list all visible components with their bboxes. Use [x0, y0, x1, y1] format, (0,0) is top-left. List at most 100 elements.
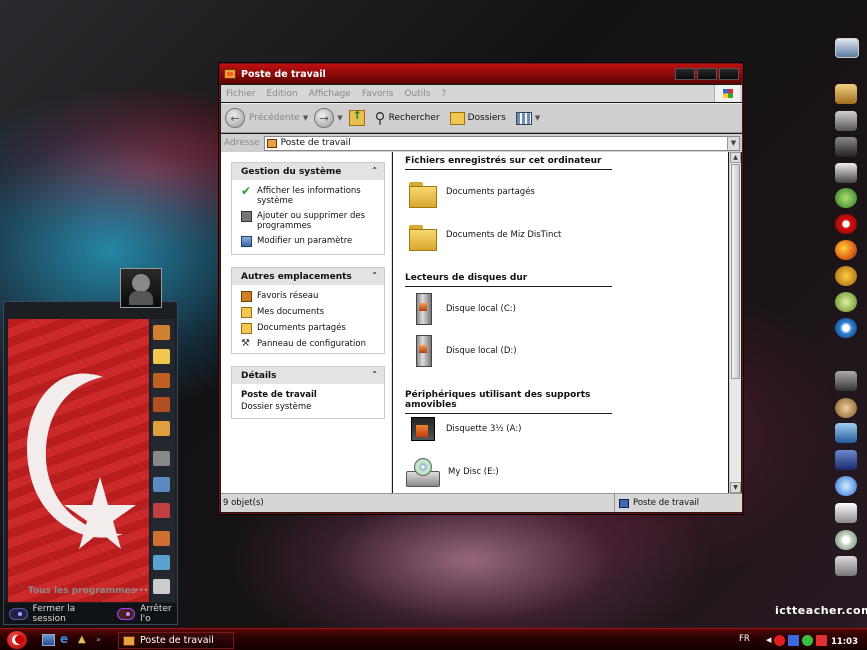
minimize-button[interactable]	[675, 68, 695, 80]
all-programs-arrow-icon[interactable]: •••	[134, 586, 148, 595]
address-dropdown-button[interactable]: ▼	[727, 136, 739, 150]
search-label: Rechercher	[388, 113, 440, 123]
language-indicator[interactable]: FR	[739, 634, 750, 644]
maximize-button[interactable]	[697, 68, 717, 80]
views-button[interactable]: ▼	[515, 111, 541, 125]
forward-button[interactable]: →	[314, 108, 335, 128]
internet-explorer-icon[interactable]: e	[60, 633, 73, 646]
section-header-files: Fichiers enregistrés sur cet ordinateur	[405, 156, 612, 170]
pinned-program-icon[interactable]	[153, 325, 170, 340]
item-drive-d[interactable]: Disque local (D:)	[407, 335, 517, 367]
start-menu-footer: Fermer la session Arrêter l'o	[4, 603, 177, 624]
place-network[interactable]: Favoris réseau	[241, 291, 384, 302]
dock-network-icon[interactable]	[835, 188, 857, 208]
dock-globe-icon[interactable]	[835, 476, 857, 496]
views-dropdown-icon: ▼	[534, 114, 541, 122]
quicklaunch-more-icon[interactable]: »	[96, 634, 109, 646]
tray-antivirus-icon[interactable]	[774, 634, 786, 646]
item-user-documents[interactable]: Documents de Miz DisTinct	[407, 221, 561, 251]
help-icon[interactable]	[153, 531, 170, 546]
other-places-header[interactable]: Autres emplacements ⌃	[232, 268, 384, 285]
media-icon[interactable]: ▲	[78, 634, 91, 646]
back-dropdown-icon[interactable]: ▼	[303, 114, 308, 122]
dock-media-icon[interactable]	[835, 292, 857, 312]
start-button[interactable]	[6, 630, 28, 650]
place-label: Mes documents	[257, 307, 325, 317]
scroll-thumb[interactable]	[731, 164, 740, 379]
address-input[interactable]: Poste de travail ▼	[263, 135, 740, 151]
collapse-icon[interactable]: ⌃	[371, 271, 378, 280]
menu-edit[interactable]: Edition	[266, 89, 297, 99]
dock-documents-icon[interactable]	[835, 84, 857, 104]
dock-opera-icon[interactable]	[835, 214, 857, 234]
dock-cd-icon[interactable]	[835, 530, 857, 550]
system-tasks-group: Gestion du système ⌃ ✔ Afficher les info…	[231, 162, 385, 255]
control-panel-icon[interactable]	[153, 451, 170, 466]
clock[interactable]: 11:03	[831, 637, 858, 647]
documents-icon[interactable]	[153, 373, 170, 388]
dock-film-icon[interactable]	[835, 450, 857, 470]
dock-computer-icon[interactable]	[835, 111, 857, 131]
system-tasks-header[interactable]: Gestion du système ⌃	[232, 163, 384, 180]
dock-player-icon[interactable]	[835, 318, 857, 338]
folders-button[interactable]: Dossiers	[449, 111, 506, 125]
dock-speaker-icon[interactable]	[835, 163, 857, 183]
task-view-system-info[interactable]: ✔ Afficher les informations système	[241, 185, 384, 206]
vertical-scrollbar[interactable]: ▲ ▼	[729, 152, 741, 493]
menu-view[interactable]: Affichage	[309, 89, 351, 99]
shutdown-button[interactable]: Arrêter l'o	[116, 604, 177, 624]
connect-icon[interactable]	[153, 503, 170, 518]
control-icon	[241, 236, 252, 247]
scroll-up-button[interactable]: ▲	[730, 152, 741, 163]
dock-monitor-icon[interactable]	[835, 38, 859, 58]
show-desktop-icon[interactable]	[42, 634, 55, 646]
all-programs-label[interactable]: Tous les programmes	[28, 586, 136, 596]
up-folder-icon[interactable]	[348, 109, 365, 126]
dock-recycle-icon[interactable]	[835, 556, 857, 576]
run-icon[interactable]	[153, 579, 170, 594]
forward-dropdown-icon[interactable]: ▼	[337, 114, 342, 122]
place-shared-documents[interactable]: Documents partagés	[241, 323, 384, 334]
dock-messenger-icon[interactable]	[835, 266, 857, 286]
task-change-setting[interactable]: Modifier un paramètre	[241, 236, 384, 247]
tray-expand-icon[interactable]: ◀	[766, 636, 771, 644]
user-avatar[interactable]	[120, 268, 162, 308]
tray-network-icon[interactable]	[788, 634, 800, 646]
pictures-icon[interactable]	[153, 397, 170, 412]
folder-icon[interactable]	[153, 349, 170, 364]
tray-security-icon[interactable]	[802, 634, 814, 646]
logoff-button[interactable]: Fermer la session	[9, 604, 98, 624]
taskbar-button-explorer[interactable]: Poste de travail	[118, 632, 234, 649]
dock-app-icon[interactable]	[835, 398, 857, 418]
item-shared-documents[interactable]: Documents partagés	[407, 178, 535, 208]
back-button[interactable]: ←	[225, 108, 245, 128]
printer-icon[interactable]	[153, 477, 170, 492]
dock-file-icon[interactable]	[835, 137, 857, 157]
dock-server-icon[interactable]	[835, 503, 857, 523]
details-header[interactable]: Détails ⌃	[232, 367, 384, 384]
title-bar[interactable]: Poste de travail	[220, 64, 742, 84]
dock-window-icon[interactable]	[835, 423, 857, 443]
dock-firefox-icon[interactable]	[835, 240, 857, 260]
item-floppy-a[interactable]: Disquette 3½ (A:)	[407, 415, 521, 443]
computer-icon[interactable]	[153, 421, 170, 436]
menu-help[interactable]: ?	[441, 89, 446, 99]
menu-favorites[interactable]: Favoris	[362, 89, 394, 99]
search-button[interactable]: ⚲ Rechercher	[375, 109, 440, 127]
taskbar-button-label: Poste de travail	[140, 635, 214, 646]
close-button[interactable]	[719, 68, 739, 80]
menu-tools[interactable]: Outils	[404, 89, 430, 99]
dock-tool-icon[interactable]	[835, 371, 857, 391]
collapse-icon[interactable]: ⌃	[371, 370, 378, 379]
item-drive-c[interactable]: Disque local (C:)	[407, 293, 516, 325]
task-add-remove-programs[interactable]: Ajouter ou supprimer des programmes	[241, 211, 384, 231]
menu-file[interactable]: Fichier	[226, 89, 255, 99]
tray-volume-icon[interactable]	[816, 634, 828, 646]
item-disc-e[interactable]: My Disc (E:)	[405, 457, 499, 487]
place-my-documents[interactable]: Mes documents	[241, 307, 384, 318]
item-label: Disque local (D:)	[446, 346, 517, 356]
scroll-down-button[interactable]: ▼	[730, 482, 741, 493]
search-icon[interactable]	[153, 555, 170, 570]
place-control-panel[interactable]: ⚒ Panneau de configuration	[241, 339, 384, 350]
collapse-icon[interactable]: ⌃	[371, 166, 378, 175]
